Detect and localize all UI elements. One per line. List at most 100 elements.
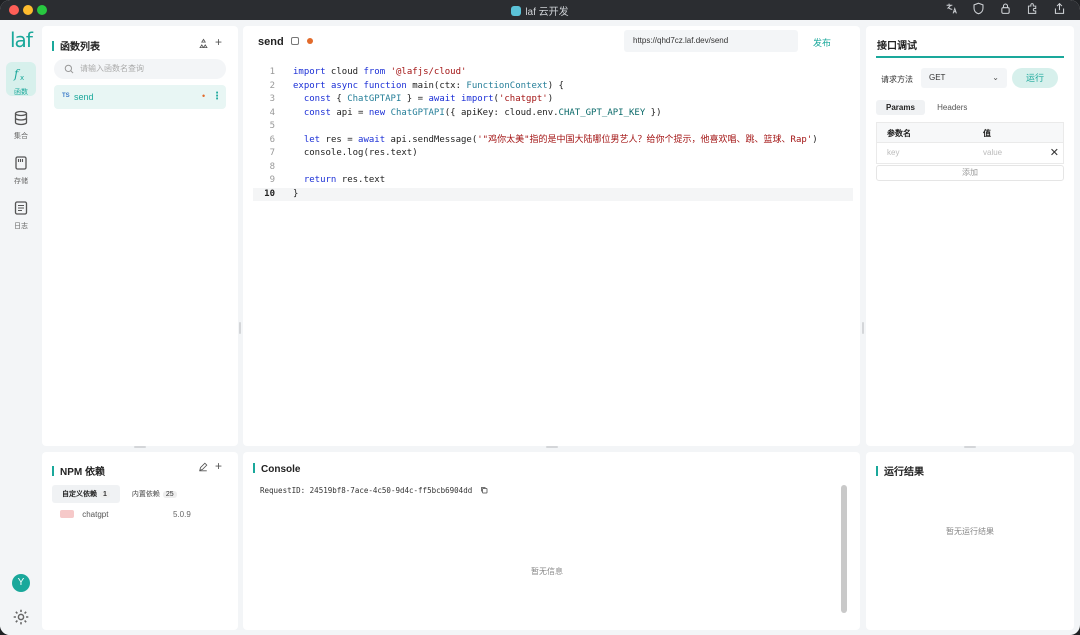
share-icon[interactable] (1053, 2, 1066, 15)
line-number: 9 (269, 175, 275, 185)
package-icon[interactable] (198, 38, 209, 49)
laf-logo: laf (10, 28, 33, 52)
edit-icon[interactable] (198, 462, 208, 472)
code-text: const api = new ChatGPTAPI({ apiKey: clo… (303, 107, 662, 118)
function-item-send[interactable]: TS send • ⋮ (54, 85, 226, 109)
scrollbar[interactable] (841, 485, 847, 613)
code-line[interactable]: 10} (253, 187, 853, 201)
code-line[interactable]: 6 let res = await api.sendMessage('"鸡你太美… (253, 134, 853, 148)
code-editor-panel: send https://qhd7cz.laf.dev/send 发布 1 imp… (239, 26, 864, 448)
typescript-icon: TS (62, 93, 70, 99)
title-bar: laf 云开发 (0, 0, 1080, 20)
npm-title: NPM 依赖 (52, 463, 105, 478)
value-input[interactable]: value (983, 148, 1002, 157)
add-function-button[interactable]: + (215, 35, 222, 49)
info-icon[interactable] (291, 37, 299, 45)
tab-custom-deps[interactable]: 自定义依赖 1 (52, 485, 120, 503)
rail-item-functions[interactable]: fx 函数 (6, 62, 36, 96)
resize-handle[interactable] (964, 446, 976, 448)
lock-icon[interactable] (999, 2, 1012, 15)
extensions-icon[interactable] (1026, 2, 1039, 15)
resize-handle[interactable] (862, 322, 864, 334)
line-number: 2 (269, 80, 275, 91)
result-title: 运行结果 (876, 463, 924, 478)
api-debug-panel: 接口调试 请求方法 GET ⌄ 运行 Params Headers 参数名 值 … (866, 26, 1074, 448)
code-text: return res.text (303, 175, 386, 185)
table-row: key value ✕ (877, 143, 1063, 163)
code-line[interactable]: 5 (253, 120, 853, 134)
publish-button[interactable]: 发布 (813, 36, 831, 49)
params-table: 参数名 值 key value ✕ (876, 122, 1064, 164)
left-rail: laf fx 函数 集合 存储 日志 Y (0, 20, 42, 635)
line-number: 1 (269, 67, 275, 77)
svg-text:x: x (20, 74, 24, 82)
rail-item-storage[interactable]: 存储 (6, 151, 36, 185)
code-line[interactable]: 9 return res.text (253, 174, 853, 188)
result-panel: 运行结果 暂无运行结果 (866, 452, 1074, 630)
add-package-button[interactable]: + (215, 459, 222, 473)
run-button[interactable]: 运行 (1012, 68, 1058, 88)
search-input[interactable]: 请输入函数名查询 (54, 59, 226, 79)
npm-icon (60, 510, 74, 518)
tab-underline (876, 56, 1064, 58)
tab-builtin-deps[interactable]: 内置依赖 25 (122, 485, 187, 503)
code-line[interactable]: 8 (253, 161, 853, 175)
list-item[interactable]: chatgpt 5.0.9 (60, 510, 220, 519)
close-icon[interactable]: ✕ (1050, 146, 1059, 159)
search-placeholder: 请输入函数名查询 (80, 64, 144, 73)
line-number: 10 (264, 188, 275, 199)
more-options-icon[interactable]: ⋮ (212, 91, 222, 102)
method-select[interactable]: GET ⌄ (921, 68, 1007, 88)
line-number: 7 (269, 148, 275, 158)
avatar[interactable]: Y (12, 574, 30, 592)
request-id: RequestID: 24519bf8-7ace-4c50-9d4c-ff5bc… (260, 486, 488, 495)
tab-headers[interactable]: Headers (927, 100, 977, 115)
code-text: import cloud from '@lafjs/cloud' (293, 67, 467, 77)
package-name: chatgpt (82, 510, 109, 519)
rail-item-logs[interactable]: 日志 (6, 196, 36, 230)
rail-label-storage: 存储 (14, 178, 28, 185)
tab-params[interactable]: Params (876, 100, 925, 115)
header-param-name: 参数名 (887, 129, 911, 138)
function-list-title: 函数列表 (52, 38, 100, 53)
code-text: let res = await api.sendMessage('"鸡你太美"指… (303, 134, 818, 145)
console-panel: Console RequestID: 24519bf8-7ace-4c50-9d… (243, 452, 860, 630)
function-icon: fx (13, 67, 24, 82)
add-param-button[interactable]: 添加 (876, 165, 1064, 181)
code-area[interactable]: 1 import cloud from '@lafjs/cloud' 2 export… (253, 66, 853, 201)
header-value: 值 (983, 129, 991, 138)
resize-handle[interactable] (239, 322, 241, 334)
code-line[interactable]: 2 export async function main(ctx: Functio… (253, 80, 853, 94)
copy-icon[interactable] (480, 486, 488, 494)
titlebar-tools (945, 2, 1066, 15)
line-number: 8 (269, 161, 275, 172)
translate-icon[interactable] (945, 2, 958, 15)
line-number: 5 (269, 121, 275, 131)
line-number: 3 (269, 94, 275, 104)
code-line[interactable]: 1 import cloud from '@lafjs/cloud' (253, 66, 853, 80)
params-tabs: Params Headers (876, 100, 977, 115)
gear-icon[interactable] (12, 608, 30, 626)
code-line[interactable]: 3 const { ChatGPTAPI } = await import('c… (253, 93, 853, 107)
editor-title: send (258, 36, 284, 48)
rail-item-collections[interactable]: 集合 (6, 106, 36, 140)
api-debug-title: 接口调试 (877, 41, 917, 52)
key-input[interactable]: key (887, 148, 899, 157)
rail-label-collections: 集合 (14, 133, 28, 140)
code-text: export async function main(ctx: Function… (293, 80, 564, 91)
resize-handle[interactable] (546, 446, 558, 448)
function-url-field[interactable]: https://qhd7cz.laf.dev/send (624, 30, 798, 52)
code-line[interactable]: 7 console.log(res.text) (253, 147, 853, 161)
npm-panel: NPM 依赖 + 自定义依赖 1 内置依赖 25 chatgpt 5.0.9 (42, 452, 238, 630)
code-line[interactable]: 4 const api = new ChatGPTAPI({ apiKey: c… (253, 107, 853, 121)
log-icon (14, 201, 28, 215)
shield-icon[interactable] (972, 2, 985, 15)
resize-handle[interactable] (134, 446, 146, 448)
function-name: send (74, 92, 94, 102)
code-text: console.log(res.text) (293, 148, 418, 158)
window-title: laf 云开发 (0, 3, 1080, 18)
package-version: 5.0.9 (173, 510, 191, 519)
method-value: GET (929, 73, 946, 82)
app-window: laf 云开发 laf fx 函数 集合 存储 日志 Y 函数列表 + 请输入函… (0, 0, 1080, 635)
console-title: Console (253, 463, 300, 475)
